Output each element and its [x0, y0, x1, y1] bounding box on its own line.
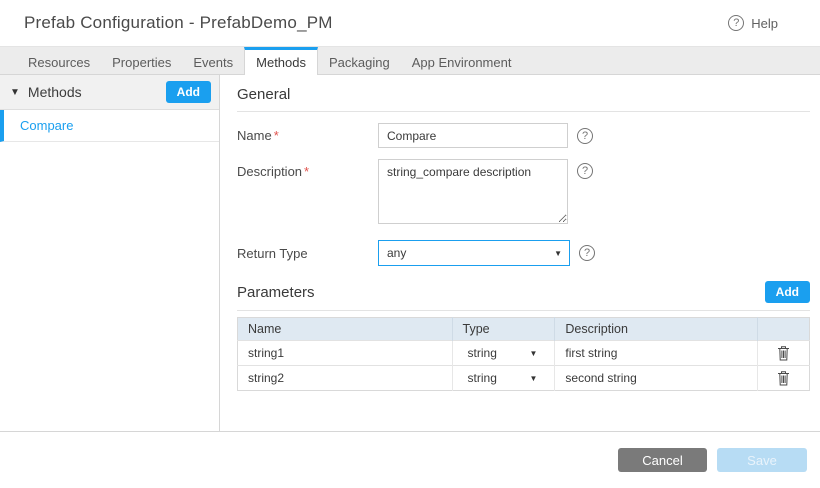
trash-icon — [777, 371, 790, 386]
cancel-button[interactable]: Cancel — [618, 448, 707, 472]
sidebar-section-label: Methods — [28, 84, 82, 100]
title-bar: Prefab Configuration - PrefabDemo_PM ? H… — [0, 0, 820, 46]
delete-parameter-button[interactable] — [775, 344, 792, 363]
param-type-select[interactable]: string ▼ — [463, 346, 545, 360]
trash-icon — [777, 346, 790, 361]
footer-action-bar: Cancel Save — [0, 431, 820, 488]
tab-packaging[interactable]: Packaging — [318, 47, 401, 75]
column-header-actions — [758, 318, 810, 341]
caret-down-icon[interactable]: ▼ — [10, 87, 20, 98]
caret-down-icon: ▼ — [529, 349, 537, 358]
param-name-field[interactable]: string1 — [248, 346, 284, 360]
add-method-button[interactable]: Add — [166, 81, 211, 103]
caret-down-icon: ▼ — [554, 249, 562, 258]
name-label: Name* — [237, 128, 378, 143]
table-header-row: Name Type Description — [238, 318, 810, 341]
sidebar-item-label: Compare — [20, 118, 73, 133]
param-type-select[interactable]: string ▼ — [463, 371, 545, 385]
general-heading: General — [237, 86, 810, 112]
caret-down-icon: ▼ — [529, 374, 537, 383]
tab-resources[interactable]: Resources — [17, 47, 101, 75]
question-circle-icon[interactable]: ? — [577, 128, 593, 144]
content-area: ▼ Methods Add Compare General Name* ? De… — [0, 75, 820, 431]
description-label: Description* — [237, 159, 378, 179]
column-header-type: Type — [452, 318, 555, 341]
help-label: Help — [751, 16, 778, 31]
name-input[interactable] — [378, 123, 568, 148]
question-circle-icon: ? — [728, 15, 744, 31]
question-circle-icon[interactable]: ? — [579, 245, 595, 261]
question-circle-icon[interactable]: ? — [577, 163, 593, 179]
tab-events[interactable]: Events — [182, 47, 244, 75]
add-parameter-button[interactable]: Add — [765, 281, 810, 303]
sidebar-header: ▼ Methods Add — [0, 75, 219, 110]
column-header-name: Name — [238, 318, 453, 341]
method-detail-panel: General Name* ? Description* string_comp… — [220, 75, 820, 431]
return-type-select[interactable]: any ▼ — [378, 240, 570, 266]
save-button[interactable]: Save — [717, 448, 807, 472]
param-description-field[interactable]: second string — [565, 371, 636, 385]
param-description-field[interactable]: first string — [565, 346, 617, 360]
methods-sidebar: ▼ Methods Add Compare — [0, 75, 220, 431]
parameters-table: Name Type Description string1 string ▼ f… — [237, 317, 810, 391]
required-asterisk: * — [274, 128, 279, 143]
parameters-heading: Parameters — [237, 284, 315, 301]
tab-properties[interactable]: Properties — [101, 47, 182, 75]
sidebar-item-compare[interactable]: Compare — [0, 110, 219, 142]
return-type-value: any — [387, 246, 406, 260]
help-link[interactable]: ? Help — [728, 15, 778, 31]
return-type-row: Return Type any ▼ ? — [237, 240, 810, 266]
tab-app-environment[interactable]: App Environment — [401, 47, 523, 75]
table-row: string2 string ▼ second string — [238, 366, 810, 391]
page-title: Prefab Configuration - PrefabDemo_PM — [24, 13, 333, 33]
tab-bar: Resources Properties Events Methods Pack… — [0, 46, 820, 75]
description-textarea[interactable]: string_compare description — [378, 159, 568, 224]
description-row: Description* string_compare description … — [237, 159, 810, 224]
delete-parameter-button[interactable] — [775, 369, 792, 388]
column-header-description: Description — [555, 318, 758, 341]
return-type-label: Return Type — [237, 246, 378, 261]
tab-methods[interactable]: Methods — [244, 47, 318, 75]
table-row: string1 string ▼ first string — [238, 341, 810, 366]
name-row: Name* ? — [237, 123, 810, 148]
required-asterisk: * — [304, 164, 309, 179]
param-name-field[interactable]: string2 — [248, 371, 284, 385]
parameters-header: Parameters Add — [237, 281, 810, 311]
